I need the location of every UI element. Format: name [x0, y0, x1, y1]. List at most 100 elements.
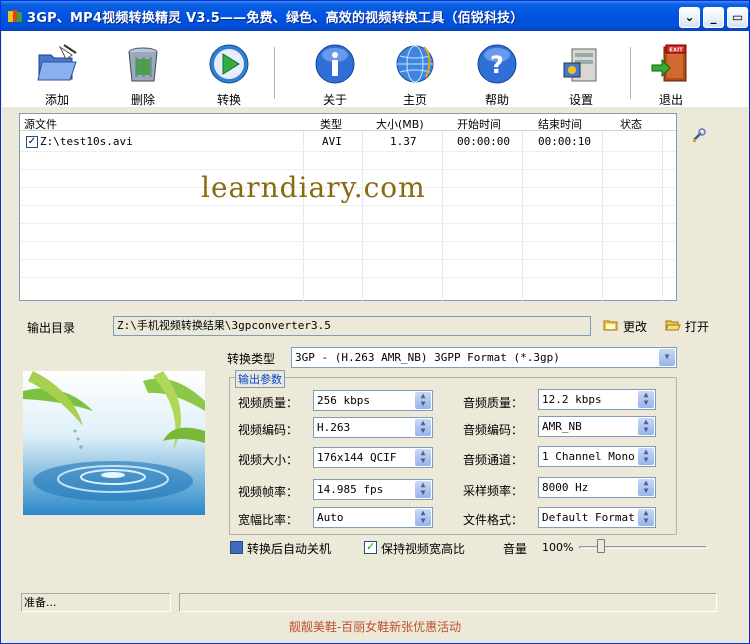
settings-button[interactable]: 设置	[550, 39, 612, 107]
globe-icon	[396, 45, 434, 83]
help-label: 帮助	[484, 93, 509, 107]
convert-button[interactable]: 转换	[198, 39, 260, 107]
status-text: 准备...	[21, 593, 171, 612]
video-codec-select[interactable]: H.263 ▲ ▼	[313, 417, 433, 438]
column-header[interactable]: 源文件	[24, 116, 57, 132]
row-divider	[20, 223, 676, 224]
change-dir-button[interactable]: 更改	[603, 317, 651, 335]
exit-label: 退出	[658, 93, 683, 107]
row-divider	[20, 241, 676, 242]
column-header[interactable]: 类型	[320, 116, 342, 132]
watermark-text: learndiary.com	[201, 171, 426, 204]
audio-quality-select[interactable]: 12.2 kbps ▲ ▼	[538, 389, 656, 410]
convert-type-label: 转换类型	[227, 352, 276, 366]
chevron-down-icon[interactable]: ▼	[659, 349, 675, 366]
exit-door-icon: EXIT	[651, 44, 687, 82]
row-divider	[20, 277, 676, 278]
video-fps-select[interactable]: 14.985 fps ▲ ▼	[313, 479, 433, 500]
folder-icon	[603, 320, 618, 331]
column-header[interactable]: 大小(MB)	[376, 116, 424, 132]
column-divider	[602, 131, 603, 301]
home-label: 主页	[402, 93, 427, 107]
spin-arrows-icon[interactable]: ▲ ▼	[415, 392, 431, 409]
chevron-down-icon[interactable]: ⌄	[679, 7, 700, 28]
spin-arrows-icon[interactable]: ▲ ▼	[415, 449, 431, 466]
close-button[interactable]: ▭	[727, 7, 748, 28]
sample-rate-select[interactable]: 8000 Hz ▲ ▼	[538, 477, 656, 498]
spin-arrows-icon[interactable]: ▲ ▼	[415, 509, 431, 526]
aspect-select[interactable]: Auto ▲ ▼	[313, 507, 433, 528]
settings-icon	[563, 48, 597, 82]
play-icon	[209, 44, 249, 84]
open-folder-icon	[665, 320, 681, 331]
exit-button[interactable]: EXIT 退出	[640, 39, 702, 107]
exit-badge: EXIT	[669, 48, 683, 54]
sample-rate-label: 采样频率：	[463, 484, 524, 498]
file-name-cell: Z:\test10s.avi	[40, 135, 133, 148]
title-bar[interactable]: 3GP、MP4视频转换精灵 V3.5——免费、绿色、高效的视频转换工具（佰锐科技…	[1, 1, 749, 31]
shutdown-checkbox[interactable]	[230, 541, 243, 554]
home-button[interactable]: 主页	[384, 39, 446, 107]
delete-button[interactable]: 删除	[112, 39, 174, 107]
aspect-value: Auto	[317, 511, 344, 524]
add-button[interactable]: 添加	[26, 39, 88, 107]
minimize-button[interactable]: _	[703, 7, 724, 28]
app-icon	[8, 10, 22, 22]
file-format-select[interactable]: Default Format ▲ ▼	[538, 507, 656, 528]
keep-ratio-label: 保持视频宽高比	[381, 542, 466, 556]
water-drop-image	[23, 371, 205, 515]
keep-ratio-checkbox[interactable]: ✓	[364, 540, 377, 554]
video-size-value: 176x144 QCIF	[317, 451, 397, 464]
toolbar-divider	[274, 47, 276, 99]
trash-icon	[128, 47, 158, 82]
wrench-icon[interactable]	[691, 127, 707, 143]
spin-arrows-icon[interactable]: ▲ ▼	[638, 479, 654, 496]
row-divider	[20, 169, 676, 170]
video-quality-select[interactable]: 256 kbps ▲ ▼	[313, 390, 433, 411]
volume-label: 音量	[503, 542, 528, 556]
about-button[interactable]: 关于	[304, 39, 366, 107]
settings-label: 设置	[568, 93, 593, 107]
end-time-cell: 00:00:10	[538, 135, 591, 148]
file-list[interactable]: 源文件 类型 大小(MB) 开始时间 结束时间 状态 ✓ Z:\test10s.…	[19, 113, 677, 301]
progress-bar	[179, 593, 717, 612]
row-divider	[20, 205, 676, 206]
video-size-select[interactable]: 176x144 QCIF ▲ ▼	[313, 447, 433, 468]
column-header[interactable]: 开始时间	[457, 116, 501, 132]
open-dir-button[interactable]: 打开	[665, 317, 713, 335]
video-codec-value: H.263	[317, 421, 351, 434]
file-format-label: 文件格式：	[463, 513, 524, 527]
table-row[interactable]: Z:\test10s.avi AVI 1.37 00:00:00 00:00:1…	[20, 133, 676, 151]
convert-type-select[interactable]: 3GP - (H.263 AMR_NB) 3GPP Format (*.3gp)…	[291, 347, 677, 368]
file-size-cell: 1.37	[390, 135, 417, 148]
start-time-cell: 00:00:00	[457, 135, 510, 148]
spin-arrows-icon[interactable]: ▲ ▼	[638, 418, 654, 435]
video-quality-label: 视频质量：	[238, 396, 299, 410]
volume-slider-thumb[interactable]	[597, 539, 605, 553]
spin-arrows-icon[interactable]: ▲ ▼	[415, 419, 431, 436]
column-header[interactable]: 状态	[620, 116, 642, 132]
spin-arrows-icon[interactable]: ▲ ▼	[638, 391, 654, 408]
convert-type-value: 3GP - (H.263 AMR_NB) 3GPP Format (*.3gp)	[295, 351, 560, 364]
audio-channel-value: 1 Channel Mono	[542, 450, 635, 463]
toolbar: 添加 删除 转换 关于 主页 ? 帮助 设置 EXIT 退出	[2, 31, 748, 107]
svg-text:?: ?	[490, 51, 504, 79]
output-path-field[interactable]: Z:\手机视频转换结果\3gpconverter3.5	[113, 316, 591, 336]
column-divider	[522, 131, 523, 301]
audio-codec-select[interactable]: AMR_NB ▲ ▼	[538, 416, 656, 437]
delete-label: 删除	[130, 93, 155, 107]
file-list-header: 源文件 类型 大小(MB) 开始时间 结束时间 状态	[20, 114, 676, 131]
file-format-value: Default Format	[542, 511, 635, 524]
audio-channel-select[interactable]: 1 Channel Mono ▲ ▼	[538, 446, 656, 467]
spin-arrows-icon[interactable]: ▲ ▼	[638, 509, 654, 526]
window-title: 3GP、MP4视频转换精灵 V3.5——免费、绿色、高效的视频转换工具（佰锐科技…	[27, 11, 524, 26]
spin-arrows-icon[interactable]: ▲ ▼	[415, 481, 431, 498]
sample-rate-value: 8000 Hz	[542, 481, 589, 494]
convert-label: 转换	[216, 93, 241, 107]
audio-channel-label: 音频通道：	[463, 453, 524, 467]
spin-arrows-icon[interactable]: ▲ ▼	[638, 448, 654, 465]
help-button[interactable]: ? 帮助	[466, 39, 528, 107]
ad-link[interactable]: 靓靓美鞋-百丽女鞋新张优惠活动	[1, 618, 749, 635]
folder-open-icon	[37, 44, 77, 81]
column-header[interactable]: 结束时间	[538, 116, 582, 132]
